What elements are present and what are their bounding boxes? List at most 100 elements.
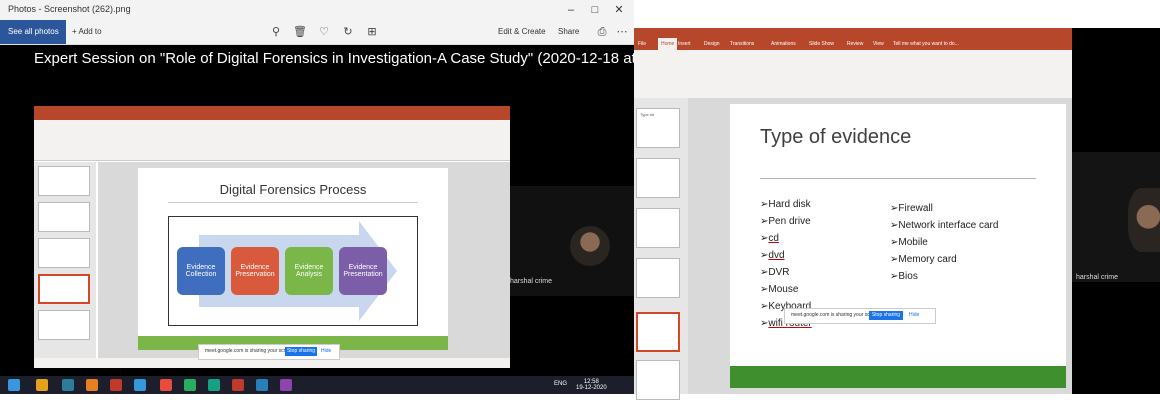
hide-button[interactable]: Hide — [909, 311, 919, 320]
crop-icon[interactable]: ⊞ — [364, 24, 380, 40]
evidence-item: ➢Pen drive — [760, 213, 812, 230]
process-diagram-frame: Evidence Collection Evidence Preservation… — [168, 216, 418, 326]
ribbon-tab[interactable]: Transitions — [730, 38, 754, 50]
participant-name: harshal crime — [1076, 274, 1119, 281]
participant-avatar — [1128, 188, 1160, 252]
minimize-icon[interactable]: – — [560, 2, 582, 18]
evidence-item-text: Network interface card — [898, 220, 999, 231]
mail-icon[interactable] — [134, 379, 146, 391]
zoom-icon[interactable]: ⚲ — [268, 24, 284, 40]
windows-taskbar: ENG 12:58 19-12-2020 — [0, 376, 634, 394]
slide-title: Digital Forensics Process — [219, 182, 367, 197]
evidence-item-text: cd — [768, 233, 779, 244]
rotate-icon[interactable]: ↻ — [340, 24, 356, 40]
slide-thumbnails: Type ## — [634, 98, 688, 400]
title-bar: Photos - Screenshot (262).png – □ ✕ — [0, 0, 634, 20]
slide-thumbnails — [34, 162, 96, 358]
evidence-item-text: Memory card — [898, 254, 957, 265]
evidence-item: ➢Network interface card — [890, 217, 998, 234]
ribbon-tab[interactable]: Slide Show — [809, 38, 834, 50]
process-step: Evidence Collection — [177, 247, 225, 295]
evidence-list-right: ➢Firewall ➢Network interface card ➢Mobile ➢… — [890, 200, 998, 285]
evidence-item: ➢cd — [760, 230, 812, 247]
photos-icon[interactable] — [280, 379, 292, 391]
system-clock[interactable]: 12:58 19-12-2020 — [576, 379, 607, 391]
evidence-item: ➢Mobile — [890, 234, 998, 251]
ribbon-tab[interactable]: View — [873, 38, 884, 50]
more-options-icon[interactable]: ⋯ — [614, 24, 630, 40]
acrobat-icon[interactable] — [232, 379, 244, 391]
share-button[interactable]: Share — [558, 20, 579, 44]
delete-icon[interactable]: 🗑 — [292, 24, 308, 40]
powerpoint-window: File Home Insert Design Transitions Animation… — [634, 28, 1160, 400]
ribbon-tab[interactable]: Animations — [771, 38, 796, 50]
app-icon[interactable] — [208, 379, 220, 391]
evidence-item-text: Hard disk — [768, 199, 811, 210]
slide-thumbnail-selected[interactable] — [636, 312, 680, 352]
slide-thumbnail[interactable] — [636, 360, 680, 400]
screen-share-notice: meet.google.com is sharing your screen. … — [784, 308, 936, 324]
hide-button[interactable]: Hide — [321, 347, 331, 356]
app-icon[interactable] — [184, 379, 196, 391]
edit-create-button[interactable]: Edit & Create — [498, 20, 546, 44]
stop-sharing-button[interactable]: Stop sharing — [285, 347, 317, 356]
slide-thumbnail-selected[interactable] — [38, 274, 90, 304]
slide-thumbnail[interactable] — [38, 310, 90, 340]
slide-footer-band — [730, 366, 1066, 388]
slide-thumbnail[interactable] — [636, 208, 680, 248]
evidence-item: ➢Bios — [890, 268, 998, 285]
evidence-item: ➢Mouse — [760, 281, 812, 298]
evidence-item: ➢Hard disk — [760, 196, 812, 213]
slide-thumbnail[interactable] — [636, 258, 680, 298]
ribbon-tab[interactable]: Design — [704, 38, 720, 50]
ribbon-tab[interactable]: File — [638, 38, 646, 50]
evidence-item-text: Mouse — [768, 284, 799, 295]
slide-thumbnail[interactable]: Type ## — [636, 108, 680, 148]
stop-sharing-button[interactable]: Stop sharing — [869, 311, 903, 320]
chrome-icon[interactable] — [86, 379, 98, 391]
screen-share-notice: meet.google.com is sharing your screen. … — [198, 344, 340, 360]
slide-editor: Digital Forensics Process Evidence Colle… — [98, 162, 510, 358]
slide-editor: Type of evidence ➢Hard disk ➢Pen drive ➢cd… — [688, 98, 1072, 394]
start-icon[interactable] — [8, 379, 20, 391]
meeting-title: Expert Session on "Role of Digital Foren… — [34, 50, 634, 67]
photos-toolbar: See all photos + Add to ⚲ 🗑 ♡ ↻ ⊞ Edit &… — [0, 20, 634, 45]
input-language[interactable]: ENG — [554, 381, 567, 387]
app-icon[interactable] — [160, 379, 172, 391]
title-divider — [168, 202, 418, 203]
process-step: Evidence Presentation — [339, 247, 387, 295]
powerpoint-icon[interactable] — [110, 379, 122, 391]
ribbon-tabs: File Home Insert Design Transitions Animation… — [634, 38, 1072, 50]
file-explorer-icon[interactable] — [36, 379, 48, 391]
ribbon-tab[interactable]: Home — [658, 38, 678, 50]
slide-thumbnail[interactable] — [38, 238, 90, 268]
participant-avatar — [570, 226, 610, 266]
ribbon-tab[interactable]: Insert — [678, 38, 691, 50]
evidence-item-text: DVR — [768, 267, 790, 278]
clock-date: 19-12-2020 — [576, 385, 607, 391]
photos-window: Photos - Screenshot (262).png – □ ✕ See … — [0, 0, 634, 394]
app-icon[interactable] — [256, 379, 268, 391]
store-icon[interactable] — [62, 379, 74, 391]
evidence-item: ➢dvd — [760, 247, 812, 264]
favorite-icon[interactable]: ♡ — [316, 24, 332, 40]
process-step: Evidence Preservation — [231, 247, 279, 295]
slide-thumbnail[interactable] — [38, 166, 90, 196]
print-icon[interactable]: ⎙ — [594, 24, 610, 40]
window-title: Photos - Screenshot (262).png — [8, 4, 131, 14]
slide-thumbnail[interactable] — [38, 202, 90, 232]
ribbon-tab[interactable]: Tell me what you want to do... — [893, 38, 959, 50]
slide-thumbnail-label: Type ## — [640, 112, 655, 117]
evidence-item-text: Mobile — [898, 237, 928, 248]
evidence-item-text: dvd — [768, 250, 785, 261]
ribbon-tab[interactable]: Review — [847, 38, 863, 50]
share-notice-text: meet.google.com is sharing your screen. — [791, 312, 882, 318]
evidence-item-text: Firewall — [898, 203, 933, 214]
slide-canvas: Digital Forensics Process Evidence Colle… — [138, 168, 448, 350]
close-icon[interactable]: ✕ — [608, 2, 630, 18]
see-all-photos-button[interactable]: See all photos — [0, 20, 66, 44]
slide-thumbnail[interactable] — [636, 158, 680, 198]
ppt-title-bar — [34, 106, 510, 120]
add-to-button[interactable]: + Add to — [72, 20, 102, 44]
maximize-icon[interactable]: □ — [584, 2, 606, 18]
